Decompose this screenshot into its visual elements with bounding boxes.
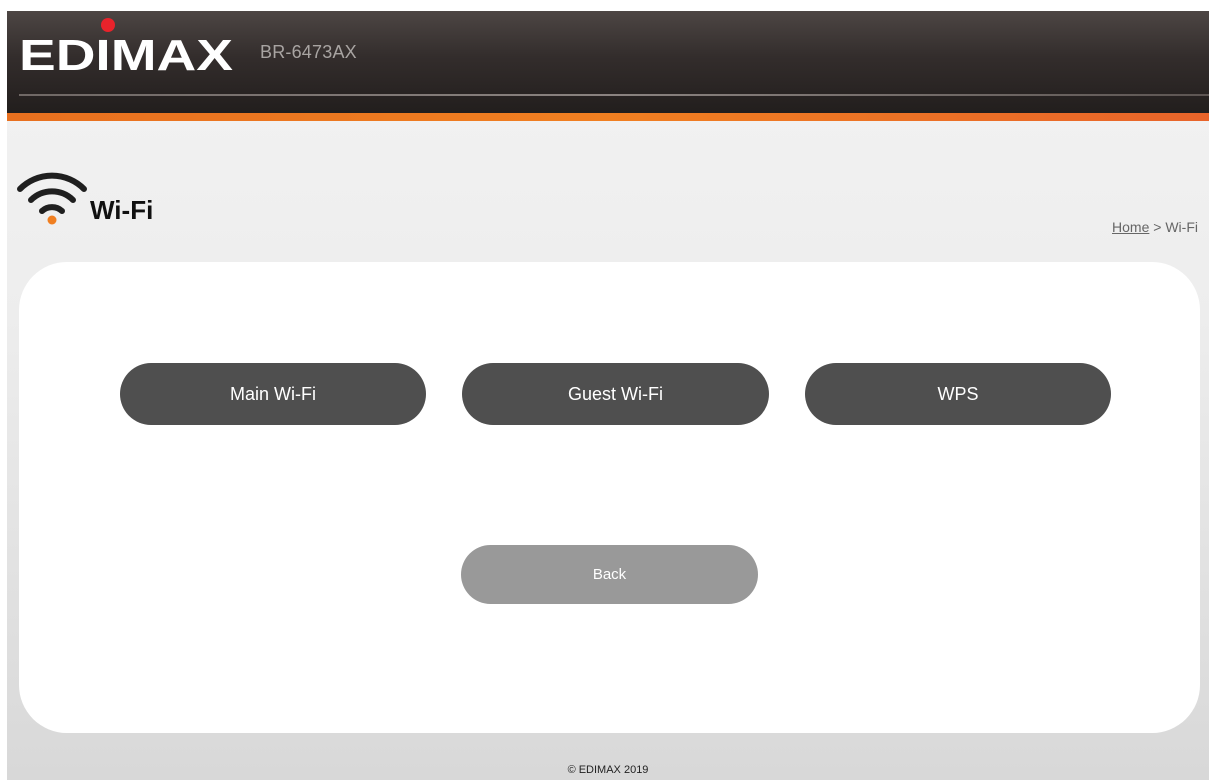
main-wifi-button[interactable]: Main Wi-Fi — [120, 363, 426, 425]
guest-wifi-button[interactable]: Guest Wi-Fi — [462, 363, 769, 425]
logo-red-dot — [101, 18, 115, 32]
breadcrumb-separator: > — [1153, 219, 1162, 235]
model-name: BR-6473AX — [260, 42, 357, 62]
footer-copyright: © EDIMAX 2019 — [567, 764, 649, 776]
edimax-logo: EDIMAX — [19, 18, 233, 80]
logo-text: EDIMAX — [19, 31, 233, 80]
back-button[interactable]: Back — [461, 545, 758, 604]
page-heading: Wi-Fi — [17, 163, 257, 225]
breadcrumb: Home > Wi-Fi — [1112, 219, 1198, 235]
header-divider — [19, 94, 1209, 96]
breadcrumb-home-link[interactable]: Home — [1112, 219, 1149, 235]
breadcrumb-current: Wi-Fi — [1165, 219, 1198, 235]
header: EDIMAX BR-6473AX — [7, 11, 1209, 113]
wifi-icon — [17, 172, 87, 225]
content-panel: Main Wi-Fi Guest Wi-Fi WPS Back — [19, 262, 1200, 733]
page-title: Wi-Fi — [90, 195, 154, 225]
router-page: EDIMAX BR-6473AX Wi-Fi Home > Wi-Fi Main… — [7, 11, 1209, 780]
accent-bar — [7, 113, 1209, 121]
wps-button[interactable]: WPS — [805, 363, 1111, 425]
